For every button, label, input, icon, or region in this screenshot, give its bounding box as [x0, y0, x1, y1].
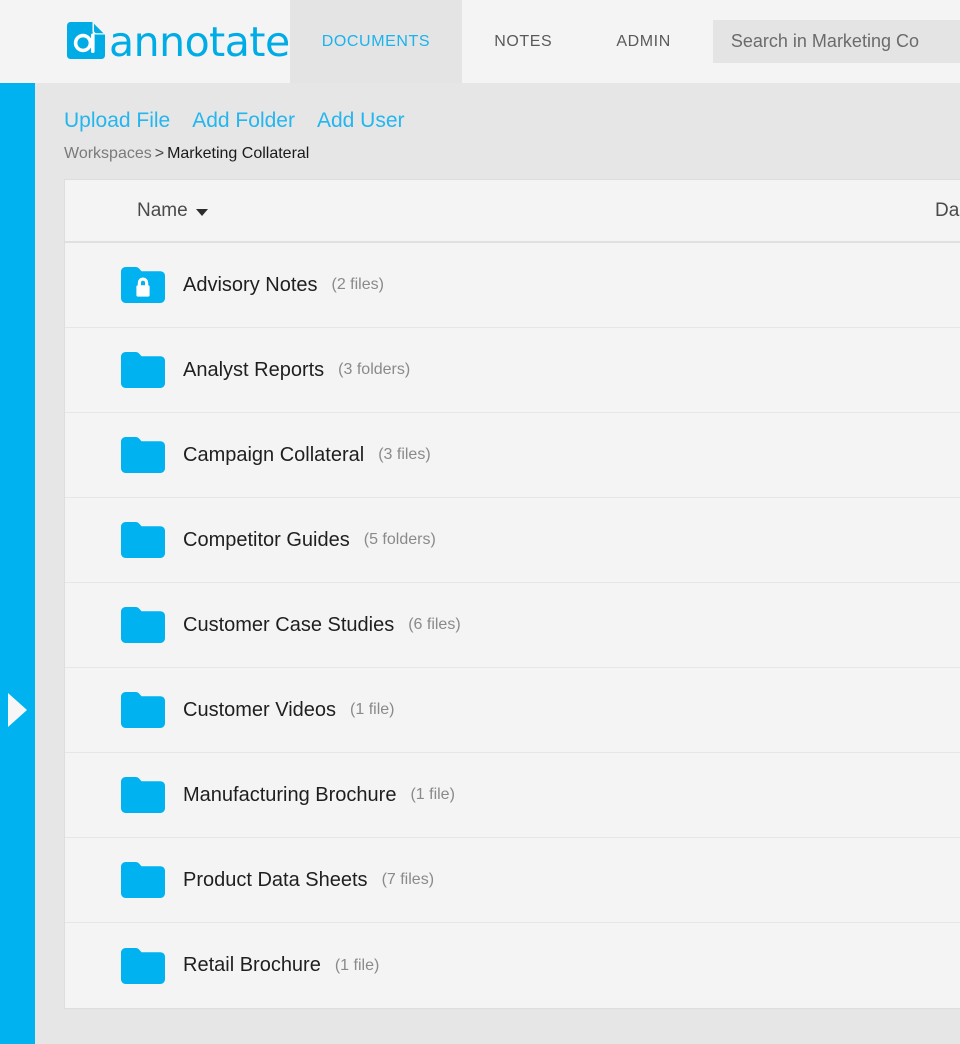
- upload-file-button[interactable]: Upload File: [64, 109, 170, 133]
- table-row[interactable]: Analyst Reports (3 folders): [65, 328, 960, 413]
- app-logo[interactable]: annotate: [64, 19, 290, 65]
- folder-icon: [121, 862, 165, 898]
- row-name: Retail Brochure: [183, 954, 321, 976]
- table-row[interactable]: Retail Brochure (1 file): [65, 923, 960, 1008]
- table-row[interactable]: Advisory Notes (2 files): [65, 243, 960, 328]
- row-item-count: (7 files): [381, 871, 435, 888]
- row-item-count: (2 files): [331, 276, 384, 293]
- tab-documents[interactable]: DOCUMENTS: [289, 0, 463, 83]
- row-name: Customer Case Studies: [183, 613, 395, 636]
- table-header-row: Name Da: [65, 180, 960, 243]
- row-name: Competitor Guides: [183, 528, 350, 551]
- app-header: annotate DOCUMENTS NOTES ADMIN: [0, 0, 960, 83]
- row-name: Campaign Collateral: [183, 443, 365, 466]
- folder-icon: [121, 692, 165, 728]
- documents-table: Name Da Advisory Notes (2 files) Analyst …: [64, 179, 960, 1009]
- row-item-count: (1 file): [410, 786, 455, 803]
- folder-icon: [121, 352, 165, 388]
- folder-icon: [121, 947, 165, 984]
- column-header-date[interactable]: Da: [935, 200, 959, 222]
- add-folder-button[interactable]: Add Folder: [192, 109, 295, 133]
- table-row[interactable]: Customer Videos (1 file): [65, 668, 960, 753]
- table-row[interactable]: Competitor Guides (5 folders): [65, 498, 960, 583]
- folder-icon: [121, 437, 165, 473]
- breadcrumb-workspaces[interactable]: Workspaces: [64, 145, 152, 162]
- folder-icon: [121, 607, 165, 643]
- table-row[interactable]: Customer Case Studies (6 files): [65, 583, 960, 668]
- folder-icon: [121, 522, 165, 558]
- chevron-down-icon[interactable]: [195, 208, 208, 216]
- action-toolbar: Upload File Add Folder Add User: [64, 109, 960, 133]
- add-user-button[interactable]: Add User: [317, 109, 405, 133]
- table-row[interactable]: Manufacturing Brochure (1 file): [65, 753, 960, 838]
- breadcrumb-current: Marketing Collateral: [167, 145, 310, 162]
- row-name: Manufacturing Brochure: [183, 783, 397, 806]
- main-nav: DOCUMENTS NOTES ADMIN: [289, 0, 703, 83]
- row-name: Product Data Sheets: [183, 868, 368, 891]
- triangle-right-icon[interactable]: [8, 693, 27, 727]
- tab-admin[interactable]: ADMIN: [584, 0, 703, 83]
- row-item-count: (6 files): [408, 616, 461, 633]
- row-item-count: (5 folders): [363, 531, 436, 548]
- row-name: Analyst Reports: [183, 358, 325, 381]
- search-area: [702, 0, 960, 83]
- logo-area: annotate: [0, 0, 290, 83]
- locked-folder-icon: [121, 267, 165, 303]
- row-item-count: (1 file): [350, 701, 395, 718]
- row-item-count: (1 file): [334, 956, 380, 974]
- row-name: Customer Videos: [183, 698, 337, 721]
- annotate-document-icon: [64, 20, 108, 64]
- column-header-name-label: Name: [137, 199, 188, 221]
- table-row[interactable]: Product Data Sheets (7 files): [65, 838, 960, 923]
- row-item-count: (3 folders): [338, 361, 411, 378]
- logo-wordmark: annotate: [109, 17, 290, 66]
- tab-notes[interactable]: NOTES: [462, 0, 585, 83]
- row-name: Advisory Notes: [183, 273, 318, 296]
- breadcrumb-separator: >: [154, 145, 165, 162]
- main-content: Upload File Add Folder Add User Workspac…: [35, 83, 960, 1044]
- search-input[interactable]: [712, 20, 960, 63]
- breadcrumb: Workspaces > Marketing Collateral: [64, 145, 960, 163]
- sidebar-expand-rail[interactable]: [0, 83, 35, 1044]
- column-header-name[interactable]: Name: [137, 200, 208, 222]
- table-body: Advisory Notes (2 files) Analyst Reports (…: [65, 243, 960, 1008]
- row-item-count: (3 files): [378, 446, 431, 463]
- table-row[interactable]: Campaign Collateral (3 files): [65, 413, 960, 498]
- folder-icon: [121, 777, 165, 813]
